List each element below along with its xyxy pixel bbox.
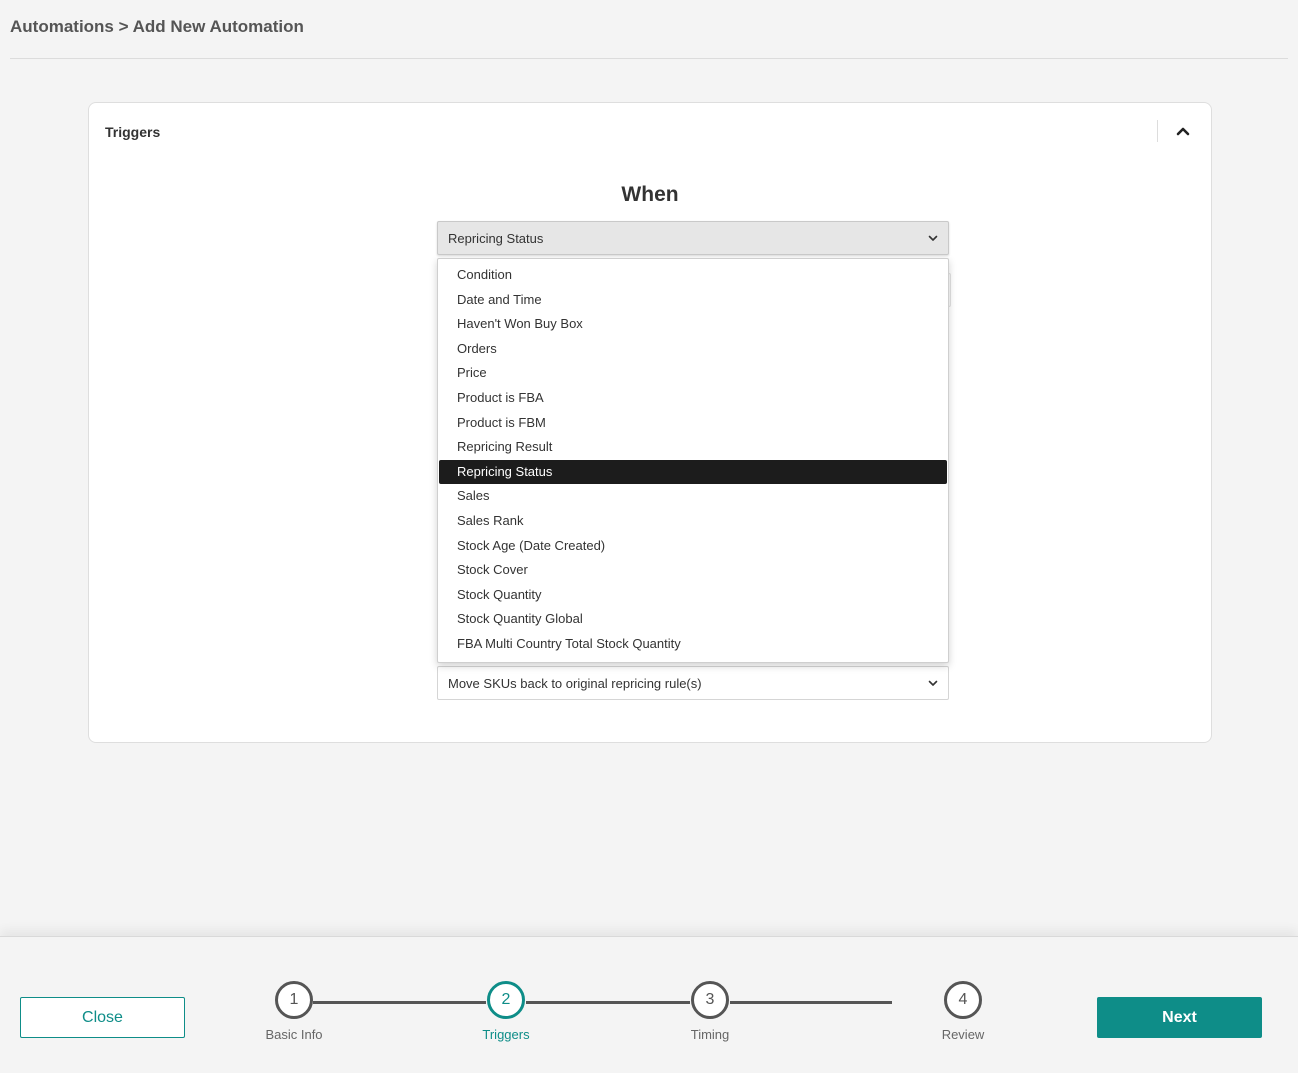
collapse-button[interactable] [1171,119,1195,143]
dropdown-option[interactable]: Stock Quantity [438,583,948,608]
action-select[interactable]: Move SKUs back to original repricing rul… [437,666,949,700]
header-divider [10,58,1288,59]
next-button[interactable]: Next [1097,997,1262,1038]
dropdown-option[interactable]: FBA Multi Country Total Stock Quantity [438,632,948,657]
step-label: Triggers [482,1027,530,1042]
dropdown-option[interactable]: Price [438,361,948,386]
step-review[interactable]: 4 Review [923,981,1003,1042]
trigger-dropdown-menu: Condition Date and Time Haven't Won Buy Bo… [437,258,949,663]
dropdown-option[interactable]: Product is FBM [438,411,948,436]
trigger-select-value: Repricing Status [448,230,544,246]
chevron-up-icon [1176,127,1190,136]
step-connector [526,1001,690,1004]
step-basic-info[interactable]: 1 Basic Info [254,981,334,1042]
step-number: 1 [275,981,313,1019]
chevron-down-icon [928,235,938,241]
when-heading: When [621,183,679,206]
step-label: Timing [690,1027,730,1042]
step-number: 2 [487,981,525,1019]
trigger-select[interactable]: Repricing Status [437,221,949,255]
breadcrumb: Automations > Add New Automation [10,17,304,36]
triggers-card: Triggers When Repricing Status Move SKUs… [88,102,1212,743]
step-connector [730,1001,892,1004]
dropdown-option[interactable]: Orders [438,337,948,362]
dropdown-option[interactable]: Stock Quantity Global [438,607,948,632]
dropdown-option[interactable]: Sales [438,484,948,509]
dropdown-option[interactable]: Date and Time [438,288,948,313]
dropdown-option[interactable]: Haven't Won Buy Box [438,312,948,337]
wizard-footer: Close 1 Basic Info 2 Triggers 3 Timing 4… [0,936,1298,1073]
step-triggers[interactable]: 2 Triggers [466,981,546,1042]
dropdown-option[interactable]: Sales Rank [438,509,948,534]
step-label: Basic Info [265,1027,323,1042]
card-header-separator [1157,120,1158,142]
step-label: Review [941,1027,985,1042]
step-number: 4 [944,981,982,1019]
dropdown-option[interactable]: Repricing Status [439,459,947,485]
close-button[interactable]: Close [20,997,185,1038]
step-connector [313,1001,486,1004]
dropdown-option[interactable]: Condition [438,263,948,288]
chevron-down-icon [928,680,938,686]
dropdown-option[interactable]: Stock Cover [438,558,948,583]
action-select-value: Move SKUs back to original repricing rul… [448,675,702,691]
step-number: 3 [691,981,729,1019]
dropdown-option[interactable]: Repricing Result [438,435,948,460]
step-timing[interactable]: 3 Timing [670,981,750,1042]
dropdown-option[interactable]: Product is FBA [438,386,948,411]
card-title: Triggers [105,124,161,140]
dropdown-option[interactable]: Stock Age (Date Created) [438,534,948,559]
